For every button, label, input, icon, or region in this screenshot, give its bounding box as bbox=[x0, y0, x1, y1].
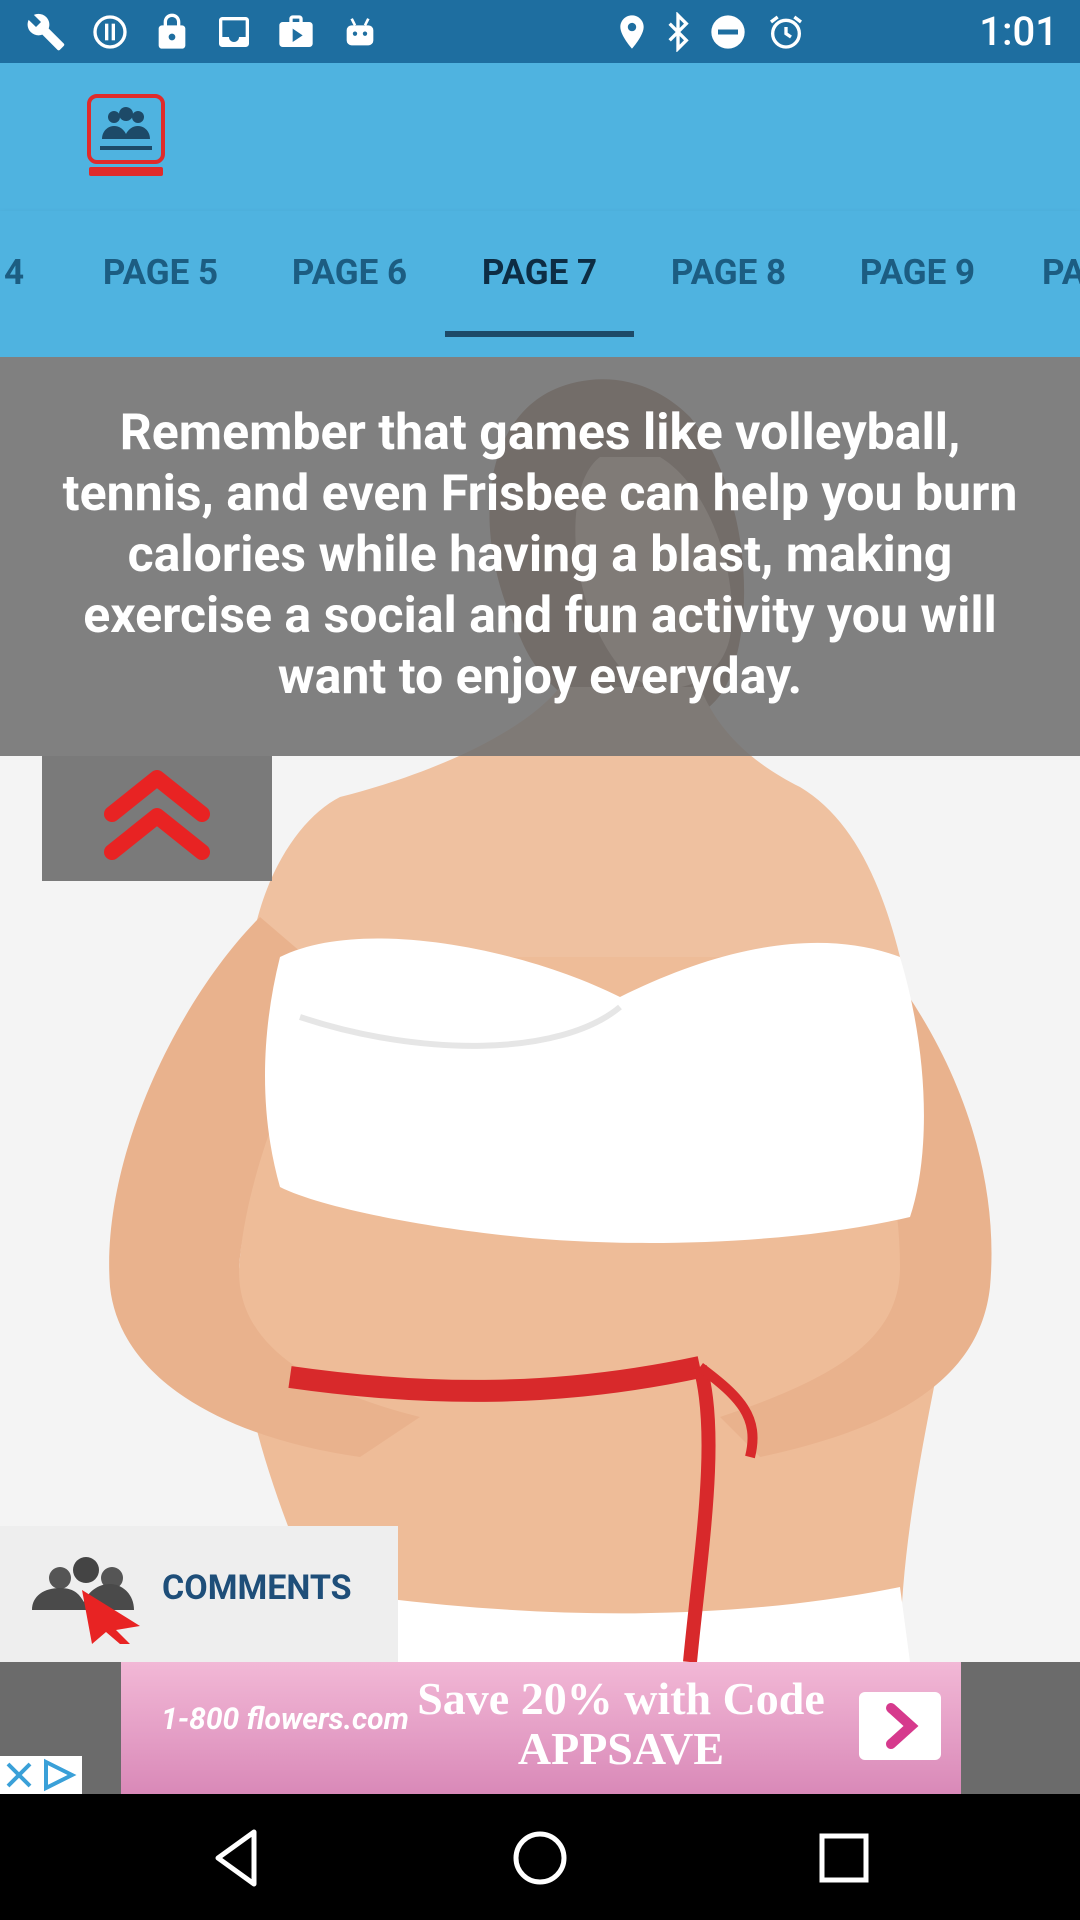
home-icon[interactable] bbox=[506, 1824, 574, 1892]
comments-button[interactable]: COMMENTS bbox=[0, 1526, 398, 1662]
tab-page-10[interactable]: PAGE 10 bbox=[1012, 211, 1080, 357]
tip-content[interactable]: Remember that games like volleyball, ten… bbox=[0, 357, 1080, 1662]
active-tab-indicator bbox=[445, 331, 634, 337]
double-chevron-up-icon bbox=[104, 770, 210, 860]
ad-brand: 1-800 flowers.com bbox=[161, 1702, 409, 1737]
sync-icon bbox=[93, 15, 127, 49]
close-icon[interactable] bbox=[6, 1762, 32, 1788]
ad-arrow-button[interactable] bbox=[859, 1692, 941, 1760]
status-bar: 1:01 bbox=[0, 0, 1080, 63]
navigation-bar bbox=[0, 1794, 1080, 1920]
tab-page-6[interactable]: PAGE 6 bbox=[255, 211, 444, 357]
status-time: 1:01 bbox=[979, 8, 1058, 55]
recents-icon[interactable] bbox=[810, 1824, 878, 1892]
do-not-disturb-icon bbox=[711, 15, 745, 49]
briefcase-icon bbox=[279, 15, 313, 48]
bluetooth-icon bbox=[668, 12, 689, 52]
people-cursor-icon bbox=[32, 1557, 140, 1644]
tab-page-4[interactable]: PAGE 4 bbox=[0, 211, 61, 357]
comments-label: COMMENTS bbox=[162, 1568, 352, 1608]
tab-page-9[interactable]: PAGE 9 bbox=[823, 211, 1012, 357]
ad-choices[interactable] bbox=[0, 1756, 82, 1794]
adchoices-icon[interactable] bbox=[44, 1758, 77, 1792]
scroll-up-button[interactable] bbox=[42, 756, 272, 881]
android-icon bbox=[346, 18, 374, 46]
tip-panel: Remember that games like volleyball, ten… bbox=[0, 357, 1080, 756]
ad-headline: Save 20% with Code APPSAVE bbox=[417, 1673, 825, 1774]
tip-text: Remember that games like volleyball, ten… bbox=[62, 404, 1018, 706]
chevron-right-icon bbox=[886, 1703, 919, 1749]
back-icon[interactable] bbox=[204, 1824, 272, 1892]
location-icon bbox=[620, 15, 644, 49]
inbox-icon bbox=[219, 17, 249, 47]
tab-bar: PAGE 4 PAGE 5 PAGE 6 PAGE 7 PAGE 8 PAGE … bbox=[0, 211, 1080, 357]
wrench-icon bbox=[27, 13, 65, 51]
tab-page-5[interactable]: PAGE 5 bbox=[66, 211, 255, 357]
tab-page-8[interactable]: PAGE 8 bbox=[634, 211, 823, 357]
community-laptop-icon[interactable] bbox=[86, 93, 166, 179]
app-bar bbox=[0, 63, 1080, 211]
ad-banner[interactable]: 1-800 flowers.com Save 20% with Code APP… bbox=[121, 1662, 961, 1794]
lock-icon bbox=[158, 13, 186, 49]
alarm-icon bbox=[770, 15, 802, 49]
ad-area: 1-800 flowers.com Save 20% with Code APP… bbox=[0, 1662, 1080, 1794]
